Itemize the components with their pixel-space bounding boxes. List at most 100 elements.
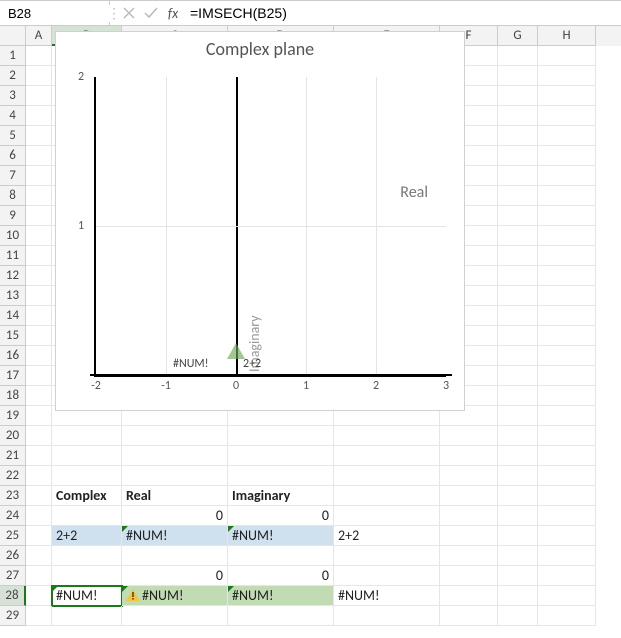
accept-formula-icon[interactable] xyxy=(140,1,162,25)
cell-A29[interactable] xyxy=(26,606,52,626)
cell-A3[interactable] xyxy=(26,86,52,106)
cell-D23[interactable]: Imaginary xyxy=(228,486,334,506)
row-header-26[interactable]: 26 xyxy=(0,546,26,566)
row-header-25[interactable]: 25 xyxy=(0,526,26,546)
cell-A15[interactable] xyxy=(26,326,52,346)
cell-F29[interactable] xyxy=(440,606,498,626)
cell-A23[interactable] xyxy=(26,486,52,506)
cancel-formula-icon[interactable] xyxy=(118,1,140,25)
cell-H29[interactable] xyxy=(538,606,596,626)
row-header-24[interactable]: 24 xyxy=(0,506,26,526)
cell-G6[interactable] xyxy=(498,146,538,166)
cell-B29[interactable] xyxy=(52,606,122,626)
cell-H19[interactable] xyxy=(538,406,596,426)
cell-G17[interactable] xyxy=(498,366,538,386)
cell-E22[interactable] xyxy=(334,466,440,486)
cell-H8[interactable] xyxy=(538,186,596,206)
cell-E21[interactable] xyxy=(334,446,440,466)
cell-A16[interactable] xyxy=(26,346,52,366)
cell-A9[interactable] xyxy=(26,206,52,226)
cell-B28[interactable]: #NUM! xyxy=(52,586,122,606)
cell-E23[interactable] xyxy=(334,486,440,506)
cell-A27[interactable] xyxy=(26,566,52,586)
cell-G26[interactable] xyxy=(498,546,538,566)
row-header-5[interactable]: 5 xyxy=(0,126,26,146)
cell-C20[interactable] xyxy=(122,426,228,446)
row-header-7[interactable]: 7 xyxy=(0,166,26,186)
cell-H5[interactable] xyxy=(538,126,596,146)
cell-B22[interactable] xyxy=(52,466,122,486)
row-header-27[interactable]: 27 xyxy=(0,566,26,586)
cell-A11[interactable] xyxy=(26,246,52,266)
name-box[interactable] xyxy=(0,1,110,25)
cell-A25[interactable] xyxy=(26,526,52,546)
cell-H26[interactable] xyxy=(538,546,596,566)
chart-complex-plane[interactable]: Complex plane -2 -1 0 1 2 3 1 2 Real Ima… xyxy=(55,31,465,411)
cell-H13[interactable] xyxy=(538,286,596,306)
cell-H10[interactable] xyxy=(538,226,596,246)
cell-H28[interactable] xyxy=(538,586,596,606)
cell-H17[interactable] xyxy=(538,366,596,386)
cell-H14[interactable] xyxy=(538,306,596,326)
cell-A10[interactable] xyxy=(26,226,52,246)
cell-F20[interactable] xyxy=(440,426,498,446)
row-header-19[interactable]: 19 xyxy=(0,406,26,426)
cell-G2[interactable] xyxy=(498,66,538,86)
cell-G25[interactable] xyxy=(498,526,538,546)
cell-D25[interactable]: #NUM! xyxy=(228,526,334,546)
col-header-A[interactable]: A xyxy=(26,26,52,46)
cell-B26[interactable] xyxy=(52,546,122,566)
col-header-H[interactable]: H xyxy=(538,26,596,46)
row-header-4[interactable]: 4 xyxy=(0,106,26,126)
cell-F28[interactable] xyxy=(440,586,498,606)
cell-G3[interactable] xyxy=(498,86,538,106)
row-header-10[interactable]: 10 xyxy=(0,226,26,246)
cell-E27[interactable] xyxy=(334,566,440,586)
cell-G12[interactable] xyxy=(498,266,538,286)
cell-E29[interactable] xyxy=(334,606,440,626)
cell-A19[interactable] xyxy=(26,406,52,426)
cell-G10[interactable] xyxy=(498,226,538,246)
row-header-12[interactable]: 12 xyxy=(0,266,26,286)
cell-H22[interactable] xyxy=(538,466,596,486)
cell-G8[interactable] xyxy=(498,186,538,206)
cell-A17[interactable] xyxy=(26,366,52,386)
cell-F24[interactable] xyxy=(440,506,498,526)
cell-A6[interactable] xyxy=(26,146,52,166)
cell-G15[interactable] xyxy=(498,326,538,346)
cell-D24[interactable]: 0 xyxy=(228,506,334,526)
cell-A21[interactable] xyxy=(26,446,52,466)
row-header-18[interactable]: 18 xyxy=(0,386,26,406)
cell-G28[interactable] xyxy=(498,586,538,606)
cell-G13[interactable] xyxy=(498,286,538,306)
cell-H24[interactable] xyxy=(538,506,596,526)
cell-B21[interactable] xyxy=(52,446,122,466)
cell-A7[interactable] xyxy=(26,166,52,186)
cell-F25[interactable] xyxy=(440,526,498,546)
cell-H7[interactable] xyxy=(538,166,596,186)
cell-D22[interactable] xyxy=(228,466,334,486)
cell-H2[interactable] xyxy=(538,66,596,86)
row-header-13[interactable]: 13 xyxy=(0,286,26,306)
row-header-22[interactable]: 22 xyxy=(0,466,26,486)
cell-A8[interactable] xyxy=(26,186,52,206)
cell-H1[interactable] xyxy=(538,46,596,66)
cell-C22[interactable] xyxy=(122,466,228,486)
cell-D27[interactable]: 0 xyxy=(228,566,334,586)
cell-F22[interactable] xyxy=(440,466,498,486)
cell-G9[interactable] xyxy=(498,206,538,226)
cell-G20[interactable] xyxy=(498,426,538,446)
cell-C25[interactable]: #NUM! xyxy=(122,526,228,546)
col-header-G[interactable]: G xyxy=(498,26,538,46)
cell-A24[interactable] xyxy=(26,506,52,526)
cell-F23[interactable] xyxy=(440,486,498,506)
cell-D29[interactable] xyxy=(228,606,334,626)
cell-H15[interactable] xyxy=(538,326,596,346)
cell-G16[interactable] xyxy=(498,346,538,366)
cell-C24[interactable]: 0 xyxy=(122,506,228,526)
cell-G11[interactable] xyxy=(498,246,538,266)
row-header-16[interactable]: 16 xyxy=(0,346,26,366)
cell-G22[interactable] xyxy=(498,466,538,486)
cell-G21[interactable] xyxy=(498,446,538,466)
cell-C21[interactable] xyxy=(122,446,228,466)
